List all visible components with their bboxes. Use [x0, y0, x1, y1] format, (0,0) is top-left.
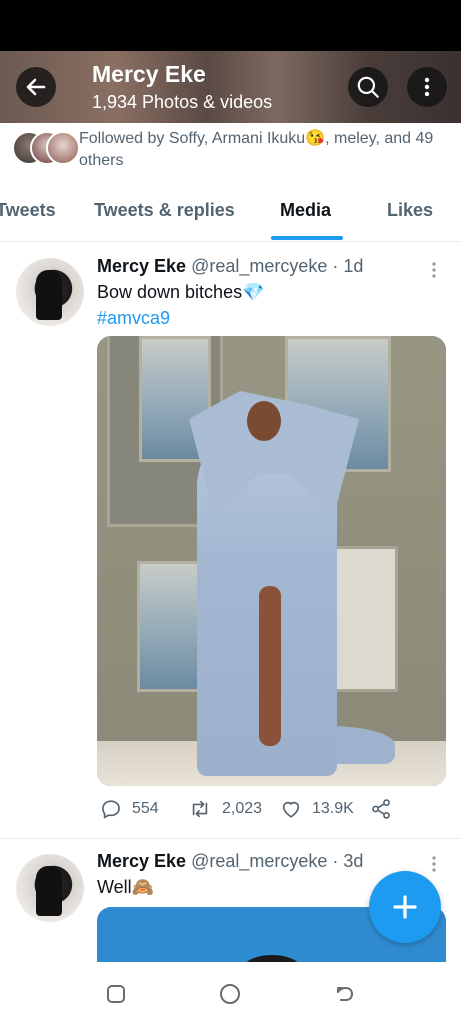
- search-button[interactable]: [348, 67, 388, 107]
- avatar[interactable]: [16, 258, 84, 326]
- follower-avatar: [46, 131, 80, 165]
- media-count: 1,934 Photos & videos: [92, 92, 273, 112]
- page-title: Mercy Eke: [92, 61, 206, 87]
- tweet-time: · 3d: [332, 851, 364, 871]
- recents-icon: [107, 985, 125, 1003]
- compose-tweet-button[interactable]: [369, 871, 441, 943]
- status-bar: [0, 0, 461, 51]
- arrow-left-icon: [26, 78, 46, 96]
- home-button[interactable]: [218, 982, 242, 1006]
- tab-likes[interactable]: Likes: [387, 200, 433, 221]
- back-gesture-icon: [337, 987, 353, 1001]
- system-nav-bar: [0, 962, 461, 1024]
- profile-header: Mercy Eke 1,934 Photos & videos: [0, 51, 461, 123]
- tweet-photo[interactable]: [97, 336, 446, 786]
- like-button[interactable]: 13.9K: [280, 798, 354, 820]
- more-vertical-icon: [432, 262, 436, 278]
- like-count: 13.9K: [312, 800, 354, 817]
- more-vertical-icon: [432, 856, 436, 872]
- home-circle-icon: [220, 984, 240, 1004]
- tab-tweets[interactable]: Tweets: [0, 200, 56, 221]
- reply-count: 554: [132, 800, 159, 817]
- plus-icon: [393, 895, 417, 919]
- tweet-text: Well🙈: [97, 877, 155, 897]
- tab-tweets-replies[interactable]: Tweets & replies: [94, 200, 235, 221]
- tab-media[interactable]: Media: [280, 200, 331, 221]
- share-button[interactable]: [370, 798, 392, 820]
- reply-button[interactable]: 554: [100, 798, 159, 820]
- tweet-menu-button[interactable]: [426, 855, 442, 873]
- tweet-author-name[interactable]: Mercy Eke: [97, 851, 186, 871]
- profile-tabs: Tweets Tweets & replies Media Likes: [0, 186, 461, 242]
- more-button[interactable]: [407, 67, 447, 107]
- reply-icon: [102, 800, 120, 819]
- retweet-button[interactable]: 2,023: [188, 798, 262, 820]
- followed-by[interactable]: Followed by Soffy, Armani Ikuku😘, meley,…: [0, 123, 461, 173]
- tweet-text: Bow down bitches💎: [97, 282, 265, 302]
- hashtag-link[interactable]: #amvca9: [97, 308, 170, 329]
- divider: [0, 838, 461, 839]
- tweet-menu-button[interactable]: [426, 261, 442, 279]
- avatar[interactable]: [16, 854, 84, 922]
- tweet-header: Mercy Eke @real_mercyeke · 3d: [97, 851, 363, 872]
- tweet-actions: 554 2,023 13.9K: [0, 798, 461, 828]
- system-back-button[interactable]: [333, 982, 357, 1006]
- search-icon: [357, 76, 379, 98]
- back-button[interactable]: [16, 67, 56, 107]
- retweet-icon: [192, 800, 208, 818]
- tweet-header: Mercy Eke @real_mercyeke · 1d: [97, 256, 363, 277]
- heart-icon: [282, 801, 300, 818]
- tweet-time: · 1d: [332, 256, 364, 276]
- tweet-author-name[interactable]: Mercy Eke: [97, 256, 186, 276]
- tweet-author-handle[interactable]: @real_mercyeke: [191, 851, 327, 871]
- followed-by-text: Followed by Soffy, Armani Ikuku😘, meley,…: [79, 130, 434, 169]
- recents-button[interactable]: [104, 982, 128, 1006]
- active-tab-indicator: [271, 236, 343, 240]
- share-icon: [372, 799, 390, 819]
- more-vertical-icon: [424, 77, 430, 97]
- retweet-count: 2,023: [222, 800, 263, 817]
- tweet-author-handle[interactable]: @real_mercyeke: [191, 256, 327, 276]
